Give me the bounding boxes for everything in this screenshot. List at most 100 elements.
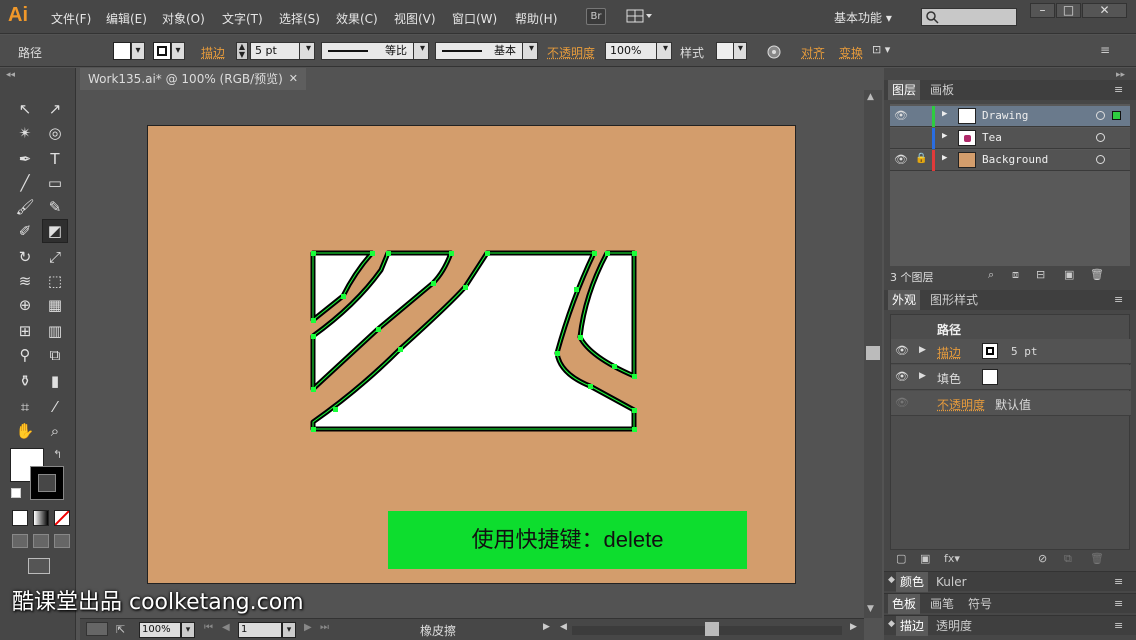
scroll-left-icon[interactable]: ◀ (560, 622, 567, 632)
zoom-dropdown[interactable]: ▾ (181, 622, 195, 638)
tab-kuler[interactable]: Kuler (932, 572, 971, 592)
recolor-button[interactable] (766, 44, 782, 63)
opacity-input[interactable]: 100% (605, 42, 657, 60)
paintbrush-tool-icon[interactable]: 🖌 (14, 196, 36, 218)
appearance-fill-row[interactable]: 👁 ▶ 填色 (891, 365, 1131, 390)
stroke-swatch[interactable] (153, 42, 171, 60)
gradient-mode-icon[interactable] (33, 510, 49, 526)
control-bar-menu-icon[interactable]: ≡ (1100, 43, 1110, 57)
add-new-fill-icon[interactable]: ▣ (920, 552, 930, 565)
vertical-scroll-thumb[interactable] (866, 346, 880, 360)
workspace-switcher[interactable]: 基本功能 ▾ (834, 9, 892, 26)
tab-symbols[interactable]: 符号 (964, 594, 996, 614)
color-panel-menu-icon[interactable]: ≡ (1114, 575, 1123, 588)
panel-collapse-icon[interactable]: ◆ (888, 619, 895, 629)
appearance-panel-menu-icon[interactable]: ≡ (1114, 293, 1123, 306)
stroke-attribute-link[interactable]: 描边 (937, 344, 961, 361)
new-layer-icon[interactable]: ▣ (1064, 268, 1074, 281)
blob-brush-tool-icon[interactable]: ✐ (14, 220, 36, 242)
close-document-icon[interactable]: ✕ (289, 68, 298, 90)
layer-target-icon[interactable] (1096, 111, 1105, 120)
artboard-dropdown[interactable]: ▾ (282, 622, 296, 638)
artboard-tool-icon[interactable]: ⌗ (14, 396, 36, 418)
scroll-right-icon[interactable]: ▶ (850, 622, 857, 632)
next-artboard-icon[interactable]: ▶ (304, 622, 312, 633)
previous-artboard-icon[interactable]: ◀ (222, 622, 230, 633)
swatches-panel-menu-icon[interactable]: ≡ (1114, 597, 1123, 610)
document-tab[interactable]: Work135.ai* @ 100% (RGB/预览) ✕ (80, 68, 306, 90)
transform-panel-link[interactable]: 变换 (839, 44, 863, 61)
expand-arrow-icon[interactable]: ▶ (942, 109, 947, 119)
delete-layer-icon[interactable]: 🗑 (1090, 268, 1104, 281)
zoom-input[interactable]: 100% (139, 622, 181, 638)
opacity-panel-link[interactable]: 不透明度 (547, 44, 595, 61)
visibility-eye-icon[interactable]: 👁 (895, 344, 909, 357)
draw-behind-icon[interactable] (33, 534, 49, 548)
shape-builder-tool-icon[interactable]: ⊕ (14, 294, 36, 316)
stroke-weight-dropdown[interactable] (299, 42, 315, 60)
gradient-tool-icon[interactable]: ▥ (44, 320, 66, 342)
visibility-eye-icon[interactable]: 👁 (895, 396, 909, 409)
tab-color[interactable]: 颜色 (896, 572, 929, 592)
stroke-panel-menu-icon[interactable]: ≡ (1114, 619, 1123, 632)
layer-row-tea[interactable]: ▶ Tea (890, 128, 1130, 149)
lasso-tool-icon[interactable]: ◎ (44, 122, 66, 144)
menu-select[interactable]: 选择(S) (279, 10, 320, 27)
selection-indicator[interactable] (1112, 111, 1121, 120)
horizontal-scroll-thumb[interactable] (705, 622, 719, 636)
last-artboard-icon[interactable]: ⏭ (320, 622, 329, 633)
graphic-style-swatch[interactable] (716, 42, 734, 60)
draw-inside-icon[interactable] (54, 534, 70, 548)
profile-dropdown[interactable] (413, 42, 429, 60)
new-sublayer-icon[interactable]: ⊟ (1036, 268, 1045, 281)
rectangle-tool-icon[interactable]: ▭ (44, 172, 66, 194)
expand-arrow-icon[interactable]: ▶ (919, 345, 926, 355)
menu-type[interactable]: 文字(T) (222, 10, 263, 27)
close-button[interactable]: ✕ (1082, 3, 1127, 18)
first-artboard-icon[interactable]: ⏮ (204, 622, 213, 633)
color-mode-icon[interactable] (12, 510, 28, 526)
fill-swatch-small[interactable] (982, 369, 998, 385)
type-tool-icon[interactable]: T (44, 148, 66, 170)
hand-tool-icon[interactable]: ✋ (14, 420, 36, 442)
layer-target-icon[interactable] (1096, 155, 1105, 164)
tab-stroke[interactable]: 描边 (896, 616, 929, 636)
tab-appearance[interactable]: 外观 (888, 290, 921, 310)
stroke-color-swatch[interactable] (30, 466, 64, 500)
visibility-eye-icon[interactable]: 👁 (894, 153, 908, 166)
stroke-dropdown[interactable]: ▾ (171, 42, 185, 60)
add-new-effect-icon[interactable]: fx▾ (944, 552, 960, 565)
appearance-stroke-row[interactable]: 👁 ▶ 描边 5 pt (891, 339, 1131, 364)
tab-layers[interactable]: 图层 (888, 80, 921, 100)
symbol-sprayer-tool-icon[interactable]: ⚱ (14, 370, 36, 392)
arrange-documents-button[interactable] (626, 8, 654, 25)
tab-artboards[interactable]: 画板 (926, 80, 958, 100)
visibility-eye-icon[interactable]: 👁 (895, 370, 909, 383)
tab-swatches[interactable]: 色板 (888, 594, 921, 614)
locate-object-icon[interactable]: ⌕ (988, 268, 994, 282)
align-panel-link[interactable]: 对齐 (801, 44, 825, 61)
stroke-swatch-small[interactable] (982, 343, 998, 359)
clipping-mask-icon[interactable]: ⧈ (1012, 268, 1019, 282)
minimize-button[interactable]: – (1030, 3, 1055, 18)
direct-selection-tool-icon[interactable]: ↗ (44, 98, 66, 120)
layers-panel-menu-icon[interactable]: ≡ (1114, 83, 1123, 96)
brush-dropdown[interactable] (522, 42, 538, 60)
variable-width-profile[interactable]: 等比 (321, 42, 414, 60)
tab-transparency[interactable]: 透明度 (932, 616, 976, 636)
panel-collapse-icon[interactable]: ◆ (888, 575, 895, 585)
menu-view[interactable]: 视图(V) (394, 10, 436, 27)
maximize-button[interactable]: □ (1056, 3, 1081, 18)
rotate-tool-icon[interactable]: ↻ (14, 246, 36, 268)
add-new-stroke-icon[interactable]: ▢ (896, 552, 906, 565)
tab-graphic-styles[interactable]: 图形样式 (926, 290, 982, 310)
scroll-up-icon[interactable]: ▲ (867, 92, 874, 102)
warp-tool-icon[interactable]: ≋ (14, 270, 36, 292)
bridge-button[interactable]: Br (586, 8, 606, 25)
menu-help[interactable]: 帮助(H) (515, 10, 557, 27)
stroke-panel-link[interactable]: 描边 (201, 44, 225, 61)
blend-tool-icon[interactable]: ⧉ (44, 344, 66, 366)
opacity-dropdown[interactable] (656, 42, 672, 60)
column-graph-tool-icon[interactable]: ▮ (44, 370, 66, 392)
scroll-down-icon[interactable]: ▼ (867, 604, 874, 614)
